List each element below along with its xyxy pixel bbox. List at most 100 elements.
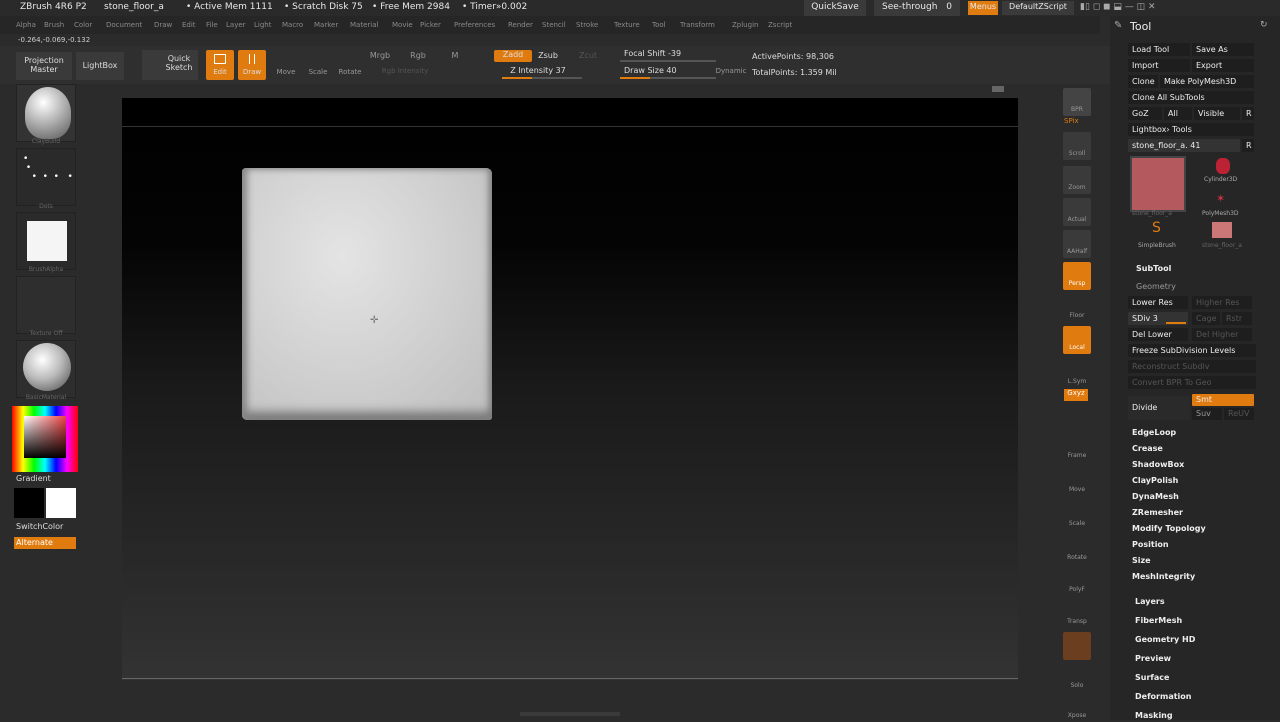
freeze-subdivision-button[interactable]: Freeze SubDivision Levels [1128, 344, 1256, 357]
menu-zscript[interactable]: Zscript [768, 21, 792, 29]
zremesher-section[interactable]: ZRemesher [1132, 508, 1183, 517]
xpose-button[interactable]: Xpose [1063, 694, 1091, 722]
sdiv-slider[interactable]: SDiv 3 [1128, 312, 1188, 325]
polyf-button[interactable]: PolyF [1063, 568, 1091, 596]
move-view-button[interactable]: Move [1063, 468, 1091, 496]
menu-stencil[interactable]: Stencil [542, 21, 566, 29]
rotate-view-button[interactable]: Rotate [1063, 536, 1091, 564]
bpr-button[interactable]: BPR [1063, 88, 1091, 116]
divide-button[interactable]: Divide [1128, 396, 1190, 420]
goz-visible-button[interactable]: Visible [1194, 107, 1240, 120]
material-picker[interactable] [16, 340, 76, 398]
draw-button[interactable]: Draw [238, 50, 266, 80]
main-color-swatch[interactable] [14, 488, 44, 518]
claypolish-section[interactable]: ClayPolish [1132, 476, 1178, 485]
stone-floor-mesh[interactable] [242, 168, 492, 420]
lower-res-button[interactable]: Lower Res [1128, 296, 1188, 309]
tool-thumb-stone-floor[interactable] [1130, 156, 1186, 212]
zadd-button[interactable]: Zadd [494, 50, 532, 62]
edit-button[interactable]: Edit [206, 50, 234, 80]
polymesh3d-icon[interactable]: ✶ [1216, 192, 1225, 205]
deformation-section[interactable]: Deformation [1135, 692, 1191, 701]
goz-all-button[interactable]: All [1164, 107, 1192, 120]
persp-button[interactable]: Persp [1063, 262, 1091, 290]
clone-button[interactable]: Clone [1128, 75, 1158, 88]
menu-document[interactable]: Document [106, 21, 142, 29]
move-button[interactable]: Move [272, 50, 300, 80]
convert-bpr-button[interactable]: Convert BPR To Geo [1128, 376, 1256, 389]
secondary-color-swatch[interactable] [46, 488, 76, 518]
collapse-panel-icon[interactable]: ↻ [1260, 20, 1268, 30]
menu-texture[interactable]: Texture [614, 21, 640, 29]
reconstruct-subdiv-button[interactable]: Reconstruct Subdiv [1128, 360, 1256, 373]
menu-alpha[interactable]: Alpha [16, 21, 36, 29]
brush-picker[interactable] [16, 84, 76, 142]
zsub-button[interactable]: Zsub [534, 51, 562, 60]
m-button[interactable]: M [448, 51, 462, 60]
pin-icon[interactable]: ✎ [1114, 20, 1122, 31]
load-tool-button[interactable]: Load Tool [1128, 43, 1190, 56]
reuv-toggle[interactable]: ReUV [1224, 408, 1254, 420]
menus-button[interactable]: Menus [968, 1, 998, 15]
stroke-picker[interactable]: • • • • • • [16, 148, 76, 206]
dynamic-toggle[interactable]: Dynamic [714, 67, 748, 76]
menu-material[interactable]: Material [350, 21, 378, 29]
suv-toggle[interactable]: Suv [1192, 408, 1222, 420]
lsym-button[interactable]: L.Sym [1063, 360, 1091, 388]
menu-marker[interactable]: Marker [314, 21, 338, 29]
alternate-button[interactable]: Alternate [14, 537, 76, 549]
canvas-collapse-handle[interactable] [992, 86, 1004, 92]
geometry-hd-section[interactable]: Geometry HD [1135, 635, 1195, 644]
crease-section[interactable]: Crease [1132, 444, 1163, 453]
bottom-scroll-handle[interactable] [520, 712, 620, 716]
menu-file[interactable]: File [206, 21, 218, 29]
frame-button[interactable]: Frame [1063, 434, 1091, 462]
aahalf-button[interactable]: AAHalf [1063, 230, 1091, 258]
see-through-slider[interactable]: See-through 0 [874, 0, 960, 16]
z-intensity-slider[interactable]: Z Intensity 37 [494, 66, 582, 79]
save-as-button[interactable]: Save As [1192, 43, 1254, 56]
tool-thumb-stone-floor-small[interactable] [1212, 222, 1232, 238]
edgeloop-section[interactable]: EdgeLoop [1132, 428, 1176, 437]
scale-button[interactable]: Scale [304, 50, 332, 80]
lightbox-button[interactable]: LightBox [76, 52, 124, 80]
goz-r-button[interactable]: R [1242, 107, 1254, 120]
rgb-button[interactable]: Rgb [406, 51, 430, 60]
masking-section[interactable]: Masking [1135, 711, 1173, 720]
menu-edit[interactable]: Edit [182, 21, 196, 29]
actual-button[interactable]: Actual [1063, 198, 1091, 226]
rstr-button[interactable]: Rstr [1222, 312, 1252, 325]
higher-res-button[interactable]: Higher Res [1192, 296, 1252, 309]
solo-button[interactable]: Solo [1063, 664, 1091, 692]
subtool-section[interactable]: SubTool [1136, 264, 1171, 273]
ghost-button[interactable]: Ghost [1063, 632, 1091, 660]
size-section[interactable]: Size [1132, 556, 1151, 565]
focal-shift-slider[interactable]: Focal Shift -39 [620, 49, 716, 62]
menu-stroke[interactable]: Stroke [576, 21, 598, 29]
dynamesh-section[interactable]: DynaMesh [1132, 492, 1179, 501]
menu-brush[interactable]: Brush [44, 21, 64, 29]
menu-macro[interactable]: Macro [282, 21, 303, 29]
cylinder3d-icon[interactable] [1216, 158, 1230, 174]
menu-movie[interactable]: Movie [392, 21, 413, 29]
spix-slider[interactable]: SPix [1064, 117, 1079, 125]
rotate-button[interactable]: Rotate [336, 50, 364, 80]
menu-tool[interactable]: Tool [652, 21, 666, 29]
rgb-intensity-slider[interactable]: Rgb Intensity [370, 67, 440, 76]
del-lower-button[interactable]: Del Lower [1128, 328, 1188, 341]
import-button[interactable]: Import [1128, 59, 1190, 72]
floor-button[interactable]: Floor [1063, 294, 1091, 322]
projection-master-button[interactable]: Projection Master [16, 52, 72, 80]
color-picker[interactable] [12, 406, 78, 472]
switch-color-button[interactable]: SwitchColor [16, 522, 63, 531]
smt-toggle[interactable]: Smt [1192, 394, 1254, 406]
local-button[interactable]: Local [1063, 326, 1091, 354]
current-tool-slider[interactable]: stone_floor_a. 41 [1128, 139, 1240, 152]
gradient-toggle[interactable]: Gradient [16, 474, 51, 483]
modify-topology-section[interactable]: Modify Topology [1132, 524, 1206, 533]
menu-preferences[interactable]: Preferences [454, 21, 495, 29]
zcut-button[interactable]: Zcut [574, 51, 602, 60]
simplebrush-icon[interactable]: S [1152, 220, 1161, 236]
menu-layer[interactable]: Layer [226, 21, 246, 29]
preview-section[interactable]: Preview [1135, 654, 1171, 663]
